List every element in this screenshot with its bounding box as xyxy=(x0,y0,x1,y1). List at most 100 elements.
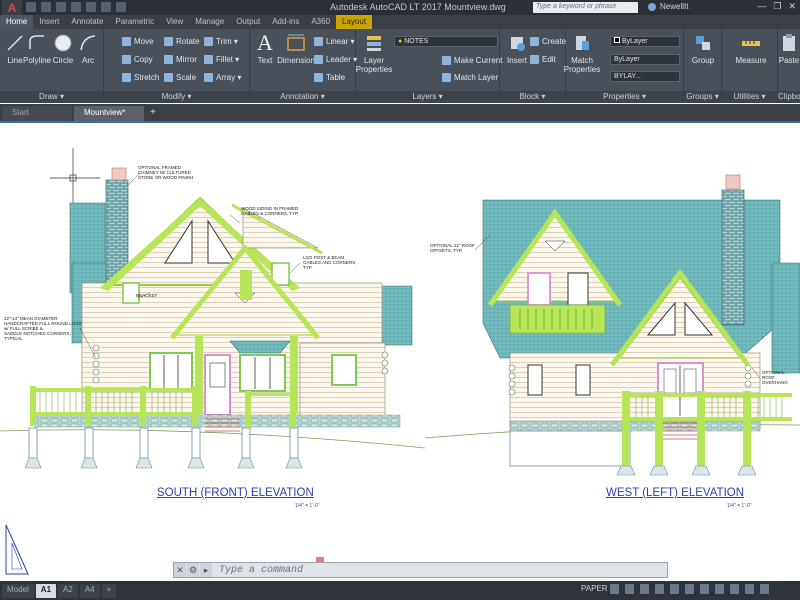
undo-icon[interactable] xyxy=(101,2,111,12)
layout-sheet[interactable]: OPTIONAL FRAMED CHIMNEY W/ CULTURED STON… xyxy=(0,123,800,581)
dimension-button[interactable]: Dimension xyxy=(277,32,315,65)
properties-panel-title[interactable]: Properties ▾ xyxy=(566,91,683,103)
draw-panel-title[interactable]: Draw ▾ xyxy=(0,91,103,103)
drawing-area[interactable]: OPTIONAL FRAMED CHIMNEY W/ CULTURED STON… xyxy=(0,121,800,581)
edit-block-button[interactable]: Edit xyxy=(530,53,556,65)
fullscreen-icon[interactable] xyxy=(745,584,754,594)
tab-layout-a2[interactable]: A2 xyxy=(58,583,78,598)
current-layer: NOTES xyxy=(404,38,429,45)
close-button[interactable]: ✕ xyxy=(788,1,796,12)
tab-mountview[interactable]: Mountview* xyxy=(74,106,144,121)
save-as-icon[interactable] xyxy=(71,2,81,12)
match-layer-button[interactable]: Match Layer xyxy=(442,71,498,83)
open-file-icon[interactable] xyxy=(41,2,51,12)
customization-icon[interactable] xyxy=(760,584,769,594)
tab-layout-a1[interactable]: A1 xyxy=(35,583,57,598)
close-command-line-button[interactable]: ✕ xyxy=(174,563,186,577)
search-input[interactable]: Type a keyword or phrase xyxy=(533,2,638,13)
save-icon[interactable] xyxy=(56,2,66,12)
customize-icon[interactable]: ⚙ xyxy=(187,563,199,577)
groups-panel-title[interactable]: Groups ▾ xyxy=(684,91,721,103)
isolate-icon[interactable] xyxy=(730,584,739,594)
tab-add-ins[interactable]: Add-ins xyxy=(266,15,305,29)
new-tab-button[interactable]: + xyxy=(146,106,160,121)
stretch-label: Stretch xyxy=(134,72,160,82)
tab-layout[interactable]: Layout xyxy=(336,15,373,29)
restore-button[interactable]: ❐ xyxy=(773,1,781,12)
fillet-icon xyxy=(204,54,213,64)
array-button[interactable]: Array ▾ xyxy=(204,71,241,83)
leader-button[interactable]: Leader ▾ xyxy=(314,53,357,65)
paste-label: Paste xyxy=(778,56,800,65)
lineweight-dropdown[interactable]: BYLAY... xyxy=(610,71,680,82)
annotation-scale-icon[interactable] xyxy=(700,584,709,594)
space-toggle[interactable]: PAPER xyxy=(581,584,608,593)
rotate-button[interactable]: Rotate xyxy=(164,35,200,47)
table-icon xyxy=(314,72,323,82)
annotation-panel-title[interactable]: Annotation ▾ xyxy=(250,91,355,103)
stretch-button[interactable]: Stretch xyxy=(122,71,159,83)
scale-button[interactable]: Scale xyxy=(164,71,196,83)
layer-properties-button[interactable]: Layer Properties xyxy=(356,32,392,74)
move-icon xyxy=(122,36,131,46)
arc-button[interactable]: Arc xyxy=(73,32,103,65)
text-button[interactable]: A Text xyxy=(250,30,280,65)
tab-insert[interactable]: Insert xyxy=(33,15,65,29)
add-layout-button[interactable]: + xyxy=(101,583,117,598)
color-dropdown[interactable]: ByLayer xyxy=(610,36,680,47)
tab-annotate[interactable]: Annotate xyxy=(65,15,109,29)
block-panel-title[interactable]: Block ▾ xyxy=(500,91,565,103)
insert-block-icon xyxy=(506,32,528,54)
layers-panel-title[interactable]: Layers ▾ xyxy=(356,91,499,103)
copy-icon xyxy=(122,54,131,64)
tab-output[interactable]: Output xyxy=(230,15,266,29)
measure-button[interactable]: Measure xyxy=(734,32,768,65)
utilities-panel-title[interactable]: Utilities ▾ xyxy=(722,91,777,103)
match-properties-button[interactable]: Match Properties xyxy=(564,32,600,74)
array-icon xyxy=(204,72,213,82)
create-block-button[interactable]: Create xyxy=(530,35,566,47)
user-account[interactable]: NewellIt xyxy=(648,2,688,11)
south-elevation-scale: 1/4" = 1'-0" xyxy=(295,503,320,509)
redo-icon[interactable] xyxy=(116,2,126,12)
copy-button[interactable]: Copy xyxy=(122,53,153,65)
snap-icon[interactable] xyxy=(625,584,634,594)
polar-icon[interactable] xyxy=(655,584,664,594)
tab-a360[interactable]: A360 xyxy=(305,15,336,29)
tab-start[interactable]: Start xyxy=(2,106,72,121)
fillet-button[interactable]: Fillet ▾ xyxy=(204,53,239,65)
tab-home[interactable]: Home xyxy=(0,15,34,29)
plot-icon[interactable] xyxy=(86,2,96,12)
command-input[interactable]: Type a command xyxy=(213,565,303,576)
minimize-button[interactable]: — xyxy=(757,1,766,12)
table-button[interactable]: Table xyxy=(314,71,345,83)
mirror-button[interactable]: Mirror xyxy=(164,53,197,65)
paste-button[interactable]: Paste xyxy=(778,32,800,65)
group-button[interactable]: Group xyxy=(688,32,718,65)
ortho-icon[interactable] xyxy=(640,584,649,594)
move-button[interactable]: Move xyxy=(122,35,154,47)
modify-panel-title[interactable]: Modify ▾ xyxy=(104,91,249,103)
recent-commands-icon[interactable]: ▸ xyxy=(200,563,212,577)
new-file-icon[interactable] xyxy=(26,2,36,12)
insert-button[interactable]: Insert xyxy=(502,32,532,65)
clipboard-panel-title[interactable]: Clipbo xyxy=(778,91,800,103)
lineweight-icon[interactable] xyxy=(685,584,694,594)
linetype-dropdown[interactable]: ByLayer xyxy=(610,54,680,65)
tab-parametric[interactable]: Parametric xyxy=(109,15,160,29)
tab-model[interactable]: Model xyxy=(2,583,34,598)
linear-button[interactable]: Linear ▾ xyxy=(314,35,354,47)
trim-button[interactable]: Trim ▾ xyxy=(204,35,238,47)
grid-icon[interactable] xyxy=(610,584,619,594)
workspace-icon[interactable] xyxy=(715,584,724,594)
arc-label: Arc xyxy=(82,56,94,65)
app-menu-button[interactable]: A xyxy=(2,0,22,15)
tab-manage[interactable]: Manage xyxy=(189,15,230,29)
osnap-icon[interactable] xyxy=(670,584,679,594)
make-current-button[interactable]: Make Current xyxy=(442,54,502,66)
tab-layout-a4[interactable]: A4 xyxy=(79,583,100,598)
document-tabs: Start Mountview* + xyxy=(0,104,800,121)
tab-view[interactable]: View xyxy=(160,15,189,29)
annotation-panel: A Text Dimension Linear ▾ Leader ▾ Table… xyxy=(250,29,357,103)
layer-dropdown[interactable]: ● NOTES xyxy=(394,36,498,47)
